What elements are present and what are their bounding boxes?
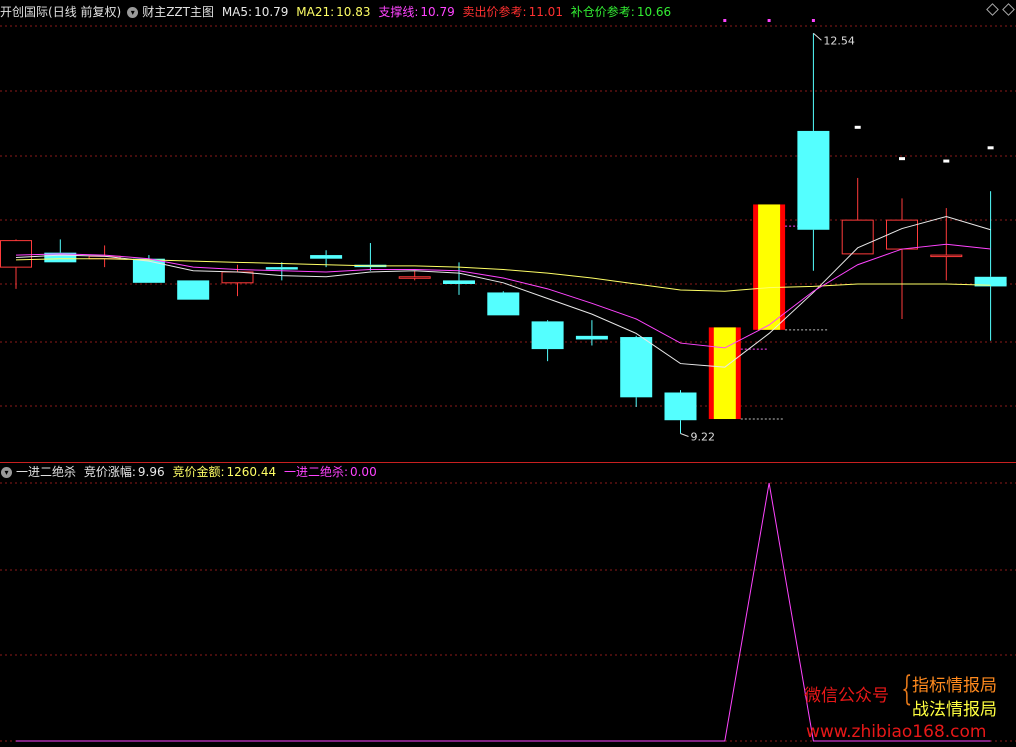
- price-tick-marker: [899, 157, 905, 161]
- watermark-line1: 指标情报局: [912, 676, 997, 696]
- max-label-pointer: [813, 32, 822, 41]
- up-candle: [886, 219, 918, 250]
- watermark-wechat: 微信公众号: [804, 686, 889, 706]
- down-candle: [575, 335, 608, 340]
- limit-up-candle: [758, 204, 781, 330]
- main-candlestick-chart[interactable]: 12.54 9.22: [0, 0, 1016, 462]
- down-candle: [797, 130, 830, 230]
- down-candle: [531, 321, 564, 350]
- up-candle: [221, 271, 254, 284]
- down-candle: [177, 280, 210, 300]
- watermark-line2: 战法情报局: [912, 700, 997, 720]
- price-tick-marker: [987, 146, 994, 150]
- down-candle: [132, 258, 165, 283]
- up-candle: [930, 254, 963, 258]
- limit-up-candle: [713, 327, 736, 420]
- down-candle: [310, 255, 343, 259]
- min-price-label: 9.22: [691, 430, 716, 443]
- up-candle: [841, 219, 874, 255]
- price-tick-marker: [854, 125, 861, 129]
- signal-marker: [767, 19, 771, 22]
- watermark-brace: {: [901, 669, 913, 709]
- down-candle: [265, 267, 298, 270]
- max-price-label: 12.54: [823, 34, 855, 47]
- down-candle: [487, 292, 520, 316]
- signal-marker: [811, 19, 815, 22]
- down-candle: [443, 280, 475, 285]
- up-candle: [398, 276, 431, 279]
- min-label-pointer: [680, 433, 689, 437]
- down-candle: [620, 337, 653, 398]
- up-candle: [0, 240, 32, 268]
- signal-marker: [723, 19, 727, 22]
- price-tick-marker: [943, 159, 950, 163]
- down-candle: [664, 392, 697, 421]
- watermark-site: www.zhibiao168.com: [806, 722, 987, 742]
